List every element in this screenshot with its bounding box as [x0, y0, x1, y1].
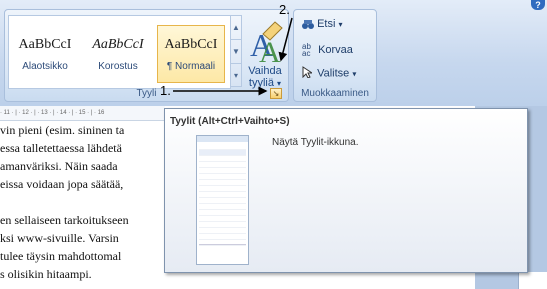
annotation-arrows: [173, 17, 293, 96]
arrow-to-change-styles: [278, 17, 293, 62]
